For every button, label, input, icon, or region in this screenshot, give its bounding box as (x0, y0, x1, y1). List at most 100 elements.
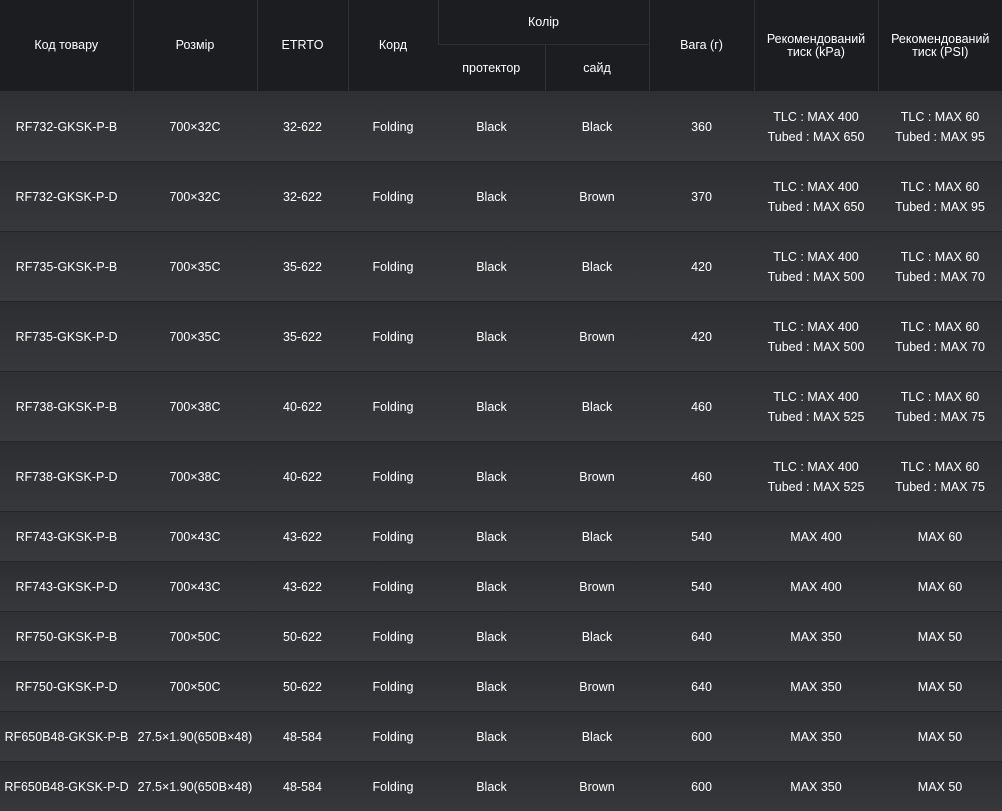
cell-tread: Black (438, 372, 545, 442)
cell-psi-line: MAX 50 (878, 727, 1002, 747)
cell-psi: MAX 60 (878, 562, 1002, 612)
cell-size: 700×43C (133, 562, 257, 612)
cell-kpa-line: MAX 350 (754, 727, 878, 747)
cell-side: Brown (545, 562, 649, 612)
cell-kpa: TLC : MAX 400Tubed : MAX 525 (754, 372, 878, 442)
cell-kpa-line: MAX 350 (754, 677, 878, 697)
cell-cord: Folding (348, 562, 438, 612)
cell-kpa-line: TLC : MAX 400 (754, 387, 878, 407)
table-row: RF732-GKSK-P-D700×32C32-622FoldingBlackB… (0, 162, 1002, 232)
cell-size: 700×50C (133, 662, 257, 712)
table-row: RF732-GKSK-P-B700×32C32-622FoldingBlackB… (0, 92, 1002, 162)
cell-size: 700×43C (133, 512, 257, 562)
cell-psi-line: TLC : MAX 60 (878, 107, 1002, 127)
cell-psi-line: Tubed : MAX 95 (878, 127, 1002, 147)
cell-cord: Folding (348, 162, 438, 232)
cell-etrto: 35-622 (257, 232, 348, 302)
cell-psi: MAX 50 (878, 662, 1002, 712)
cell-side: Brown (545, 662, 649, 712)
cell-psi-line: TLC : MAX 60 (878, 387, 1002, 407)
cell-psi-line: Tubed : MAX 95 (878, 197, 1002, 217)
cell-tread: Black (438, 712, 545, 762)
cell-psi-line: MAX 50 (878, 777, 1002, 797)
cell-psi-line: Tubed : MAX 70 (878, 267, 1002, 287)
cell-size: 700×38C (133, 372, 257, 442)
cell-kpa: MAX 350 (754, 612, 878, 662)
table-row: RF743-GKSK-P-D700×43C43-622FoldingBlackB… (0, 562, 1002, 612)
cell-kpa-line: TLC : MAX 400 (754, 247, 878, 267)
table-row: RF743-GKSK-P-B700×43C43-622FoldingBlackB… (0, 512, 1002, 562)
cell-code: RF750-GKSK-P-B (0, 612, 133, 662)
cell-weight: 600 (649, 712, 754, 762)
table-row: RF650B48-GKSK-P-B27.5×1.90(650B×48)48-58… (0, 712, 1002, 762)
cell-side: Black (545, 512, 649, 562)
cell-code: RF650B48-GKSK-P-B (0, 712, 133, 762)
cell-code: RF738-GKSK-P-D (0, 442, 133, 512)
cell-code: RF650B48-GKSK-P-D (0, 762, 133, 811)
cell-weight: 640 (649, 612, 754, 662)
cell-weight: 640 (649, 662, 754, 712)
cell-psi: MAX 60 (878, 512, 1002, 562)
cell-kpa: MAX 350 (754, 762, 878, 811)
cell-psi-line: MAX 60 (878, 577, 1002, 597)
header-pressure-psi: Рекомендований тиск (PSI) (878, 0, 1002, 92)
cell-weight: 420 (649, 302, 754, 372)
cell-code: RF750-GKSK-P-D (0, 662, 133, 712)
cell-side: Black (545, 372, 649, 442)
cell-kpa: TLC : MAX 400Tubed : MAX 650 (754, 162, 878, 232)
cell-psi-line: TLC : MAX 60 (878, 247, 1002, 267)
cell-etrto: 43-622 (257, 562, 348, 612)
header-code: Код товару (0, 0, 133, 92)
cell-code: RF743-GKSK-P-B (0, 512, 133, 562)
cell-kpa-line: Tubed : MAX 650 (754, 197, 878, 217)
cell-side: Black (545, 232, 649, 302)
cell-cord: Folding (348, 232, 438, 302)
cell-cord: Folding (348, 612, 438, 662)
cell-side: Brown (545, 442, 649, 512)
cell-code: RF738-GKSK-P-B (0, 372, 133, 442)
cell-kpa: MAX 400 (754, 512, 878, 562)
cell-cord: Folding (348, 372, 438, 442)
cell-cord: Folding (348, 442, 438, 512)
cell-kpa-line: MAX 350 (754, 777, 878, 797)
cell-size: 27.5×1.90(650B×48) (133, 712, 257, 762)
cell-tread: Black (438, 302, 545, 372)
cell-kpa: TLC : MAX 400Tubed : MAX 500 (754, 232, 878, 302)
table-header: Код товару Розмір ETRTO Корд Колір Вага … (0, 0, 1002, 92)
table-row: RF735-GKSK-P-D700×35C35-622FoldingBlackB… (0, 302, 1002, 372)
cell-kpa-line: TLC : MAX 400 (754, 107, 878, 127)
cell-psi: TLC : MAX 60Tubed : MAX 95 (878, 162, 1002, 232)
cell-psi-line: MAX 50 (878, 677, 1002, 697)
cell-code: RF735-GKSK-P-D (0, 302, 133, 372)
cell-etrto: 43-622 (257, 512, 348, 562)
cell-psi: TLC : MAX 60Tubed : MAX 75 (878, 372, 1002, 442)
table-body: RF732-GKSK-P-B700×32C32-622FoldingBlackB… (0, 92, 1002, 811)
cell-size: 700×32C (133, 162, 257, 232)
cell-psi-line: TLC : MAX 60 (878, 177, 1002, 197)
cell-psi: MAX 50 (878, 712, 1002, 762)
header-weight: Вага (г) (649, 0, 754, 92)
cell-kpa: MAX 400 (754, 562, 878, 612)
header-color-side: сайд (545, 45, 649, 92)
header-color-tread: протектор (438, 45, 545, 92)
cell-psi-line: TLC : MAX 60 (878, 457, 1002, 477)
cell-etrto: 40-622 (257, 372, 348, 442)
cell-cord: Folding (348, 712, 438, 762)
cell-kpa: MAX 350 (754, 712, 878, 762)
cell-weight: 540 (649, 512, 754, 562)
cell-cord: Folding (348, 302, 438, 372)
cell-size: 700×38C (133, 442, 257, 512)
cell-weight: 460 (649, 372, 754, 442)
cell-etrto: 50-622 (257, 662, 348, 712)
cell-etrto: 40-622 (257, 442, 348, 512)
cell-tread: Black (438, 442, 545, 512)
cell-size: 700×35C (133, 232, 257, 302)
cell-size: 27.5×1.90(650B×48) (133, 762, 257, 811)
table-row: RF750-GKSK-P-B700×50C50-622FoldingBlackB… (0, 612, 1002, 662)
cell-psi: TLC : MAX 60Tubed : MAX 95 (878, 92, 1002, 162)
cell-kpa-line: MAX 400 (754, 527, 878, 547)
cell-tread: Black (438, 562, 545, 612)
cell-cord: Folding (348, 512, 438, 562)
header-etrto: ETRTO (257, 0, 348, 92)
cell-etrto: 35-622 (257, 302, 348, 372)
